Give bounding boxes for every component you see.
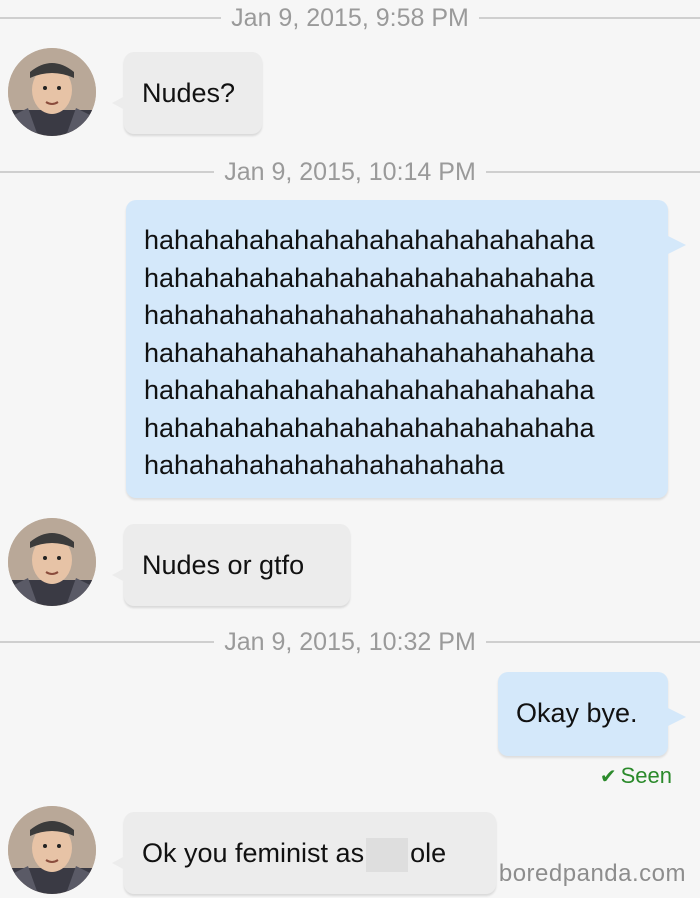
message-text: Nudes? [142, 78, 236, 108]
divider-line [485, 641, 700, 643]
divider-line [0, 17, 222, 19]
timestamp-divider: Jan 9, 2015, 10:14 PM [0, 158, 700, 186]
message-text-end: ole [410, 838, 447, 868]
timestamp-divider: Jan 9, 2015, 10:32 PM [0, 628, 700, 656]
timestamp: Jan 9, 2015, 9:58 PM [231, 3, 469, 32]
message-thread: Jan 9, 2015, 9:58 PM Nudes? Jan 9, 2015,… [0, 0, 700, 898]
avatar-icon [8, 518, 96, 606]
message-text-line: hahahahahahahahahahahahahahaha [144, 337, 595, 368]
incoming-message-bubble[interactable]: Nudes or gtfo [112, 524, 350, 606]
divider-line [0, 641, 215, 643]
watermark: boredpanda.com [498, 860, 686, 887]
outgoing-message-bubble[interactable]: hahahahahahahahahahahahahahaha hahahahah… [126, 200, 686, 498]
check-icon: ✔ [599, 765, 617, 788]
avatar[interactable] [8, 806, 96, 894]
message-text-line: hahahahahahahahahahahahahahaha [144, 225, 595, 255]
message-text-start: Ok you feminist as [142, 838, 365, 868]
avatar-icon [8, 806, 96, 894]
avatar[interactable] [8, 518, 96, 606]
message-text-line: hahahahahahahahahahahahahahaha [144, 375, 595, 405]
avatar[interactable] [8, 48, 96, 136]
seen-indicator: ✔ Seen [600, 763, 672, 789]
seen-label: Seen [620, 763, 672, 788]
avatar-icon [8, 48, 96, 136]
message-text: Nudes or gtfo [142, 550, 305, 580]
message-text-line: hahahahahahahahahahahaha [144, 450, 505, 480]
outgoing-message-bubble[interactable]: Okay bye. [498, 672, 686, 756]
timestamp-divider: Jan 9, 2015, 9:58 PM [0, 4, 700, 32]
message-text: Okay bye. [516, 698, 638, 728]
timestamp: Jan 9, 2015, 10:14 PM [224, 157, 476, 186]
message-text: Ok you feminist as ole [142, 834, 478, 872]
message-text-line: hahahahahahahahahahahahahahaha [144, 300, 595, 330]
message-text-line: hahahahahahahahahahahahahahaha [144, 262, 595, 293]
divider-line [0, 171, 215, 173]
timestamp: Jan 9, 2015, 10:32 PM [224, 627, 476, 656]
incoming-message-bubble[interactable]: Nudes? [112, 52, 262, 134]
divider-line [485, 171, 700, 173]
incoming-message-bubble[interactable]: Ok you feminist as ole [112, 812, 496, 894]
message-text-line: hahahahahahahahahahahahahahaha [144, 412, 595, 443]
divider-line [478, 17, 700, 19]
censor-block [366, 837, 409, 872]
